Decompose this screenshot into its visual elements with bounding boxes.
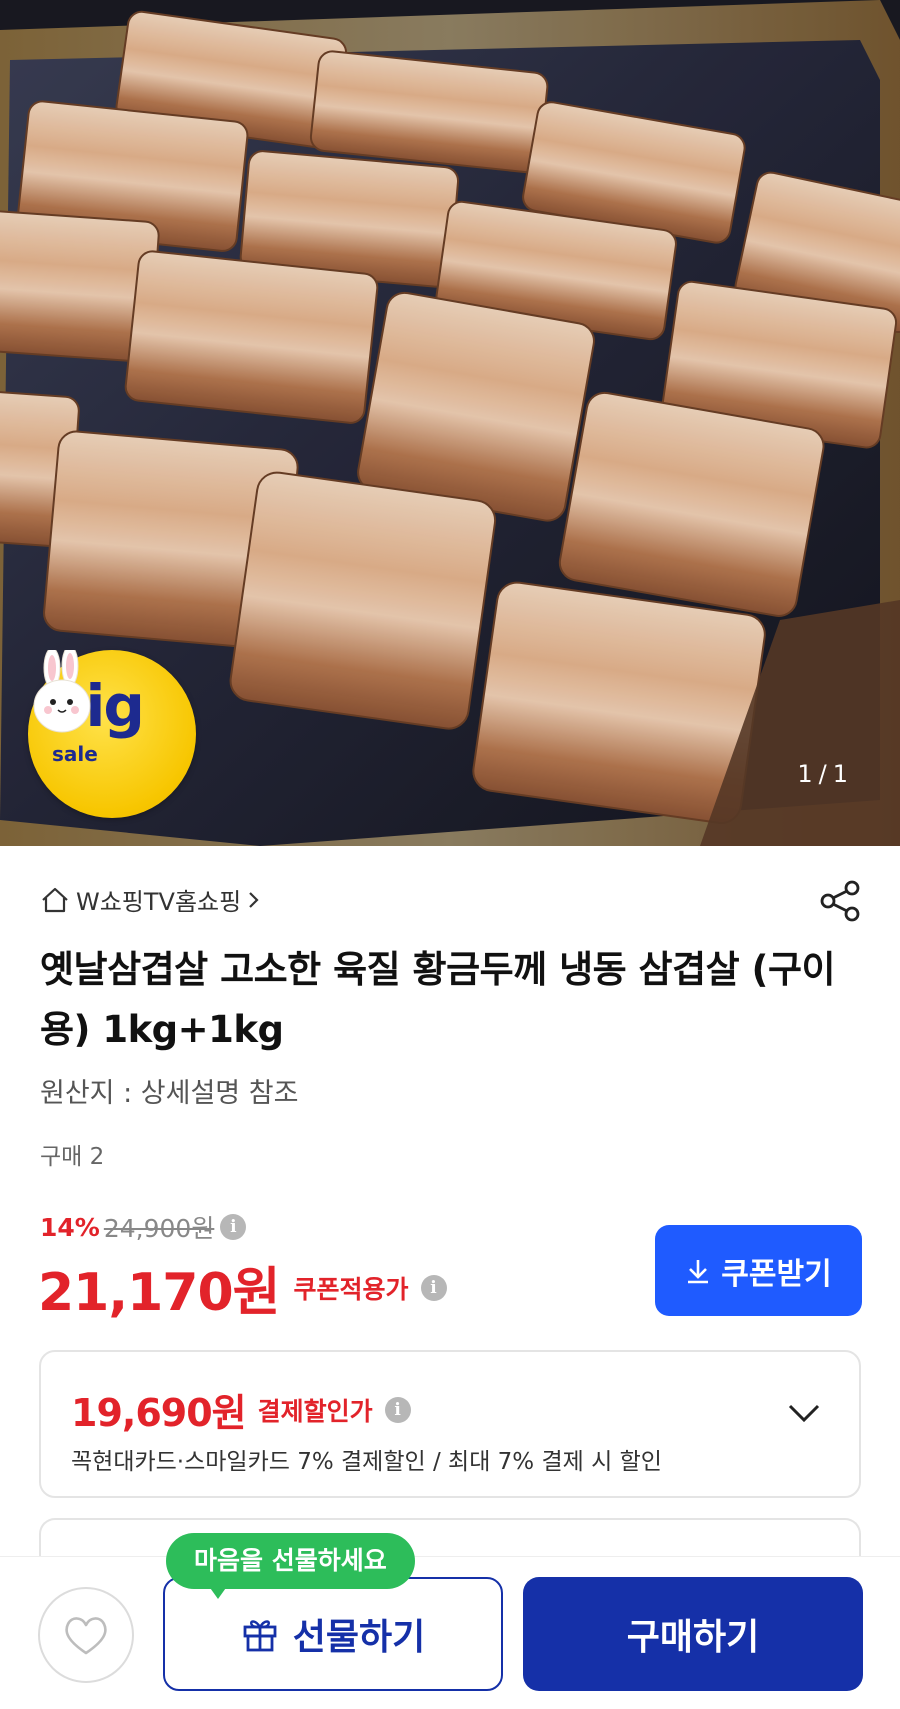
- info-icon[interactable]: i: [220, 1214, 247, 1240]
- image-counter-total: 1: [832, 760, 848, 788]
- heart-icon: [65, 1617, 107, 1655]
- buy-button[interactable]: 구매하기: [523, 1577, 863, 1691]
- badge-sale-text: sale: [52, 742, 98, 766]
- coupon-button-label: 쿠폰받기: [721, 1256, 832, 1292]
- gift-icon: [243, 1620, 277, 1652]
- original-price: 24,900원: [103, 1214, 215, 1243]
- gift-tooltip: 마음을 선물하세요: [166, 1533, 415, 1589]
- sale-price: 21,170원: [38, 1263, 281, 1323]
- product-title: 옛날삼겹살 고소한 육질 황금두께 냉동 삼겹살 (구이용) 1kg+1kg: [40, 948, 836, 1051]
- discount-rate: 14%: [40, 1212, 100, 1242]
- gift-button-label: 선물하기: [292, 1617, 426, 1658]
- purchase-count: 구매 2: [40, 1144, 105, 1170]
- card-discount-price: 19,690원: [71, 1391, 247, 1435]
- wishlist-button[interactable]: [38, 1587, 134, 1683]
- info-icon[interactable]: i: [384, 1396, 411, 1423]
- info-icon[interactable]: i: [420, 1274, 447, 1301]
- discount-row: 14% 24,900원 i: [40, 1209, 247, 1245]
- image-counter: 1/1: [797, 760, 848, 788]
- sale-price-label: 쿠폰적용가: [293, 1274, 409, 1304]
- download-icon: [688, 1259, 709, 1283]
- bottom-action-bar: 선물하기 구매하기: [0, 1556, 900, 1709]
- seller-link[interactable]: W쇼핑TV홈쇼핑: [40, 882, 261, 917]
- chevron-right-icon: [249, 891, 259, 908]
- card-discount-box[interactable]: 19,690원 결제할인가 i 꼭현대카드·스마일카드 7% 결제할인 / 최대…: [39, 1350, 861, 1498]
- product-origin: 원산지 : 상세설명 참조: [40, 1078, 299, 1109]
- seller-name: W쇼핑TV홈쇼핑: [76, 888, 242, 916]
- buy-button-label: 구매하기: [626, 1617, 760, 1658]
- card-price-row: 19,690원 결제할인가 i: [71, 1382, 411, 1437]
- bunny-icon: [33, 650, 91, 733]
- share-icon[interactable]: [818, 878, 864, 924]
- coupon-button[interactable]: 쿠폰받기: [655, 1225, 862, 1316]
- image-counter-current: 1: [797, 760, 813, 788]
- home-icon: [42, 887, 68, 912]
- image-counter-separator: /: [818, 760, 827, 788]
- chevron-down-icon[interactable]: [787, 1402, 821, 1424]
- card-discount-label: 결제할인가: [257, 1396, 373, 1426]
- gift-tooltip-tail: [208, 1585, 228, 1599]
- product-image[interactable]: big sale 1/1: [0, 0, 900, 846]
- big-sale-badge: big sale: [28, 650, 196, 818]
- sale-price-row: 21,170원 쿠폰적용가 i: [38, 1250, 447, 1325]
- card-discount-description: 꼭현대카드·스마일카드 7% 결제할인 / 최대 7% 결제 시 할인: [71, 1449, 662, 1475]
